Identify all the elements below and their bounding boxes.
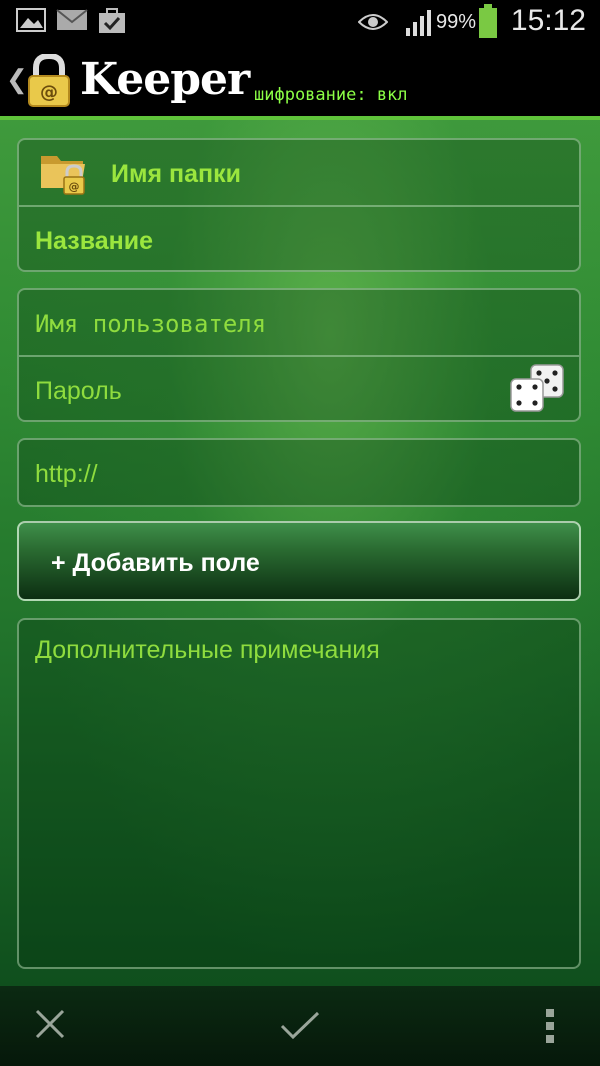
- check-icon[interactable]: [280, 1010, 320, 1042]
- app-logo-text: Keeper: [80, 54, 250, 105]
- folder-name-label: Имя папки: [111, 160, 241, 188]
- battery-icon: [479, 4, 497, 38]
- password-field[interactable]: Пароль: [19, 355, 579, 420]
- back-chevron-icon[interactable]: ❮: [6, 64, 28, 95]
- overflow-menu-icon[interactable]: [544, 1008, 556, 1044]
- url-field[interactable]: http://: [19, 440, 579, 505]
- clock: 15:12: [510, 4, 586, 37]
- add-field-label: + Добавить поле: [51, 549, 260, 577]
- encryption-status: шифрование: вкл: [254, 85, 408, 105]
- folder-lock-icon: @: [41, 156, 85, 195]
- notes-placeholder: Дополнительные примечания: [35, 636, 380, 664]
- title-placeholder: Название: [35, 227, 154, 255]
- password-placeholder: Пароль: [35, 377, 122, 405]
- credentials-card: Имя пользователя Пароль: [17, 288, 581, 422]
- battery-percent: 99%: [436, 11, 477, 33]
- signal-icon: [406, 10, 431, 36]
- add-field-button[interactable]: + Добавить поле: [17, 521, 581, 601]
- svg-text:@: @: [69, 180, 80, 193]
- app-bar: ❮ @ Keeper ® шифрование: вкл: [0, 42, 600, 120]
- registered-mark: ®: [234, 70, 241, 80]
- folder-row[interactable]: @ Имя папки: [19, 140, 579, 205]
- dice-generate-password-icon[interactable]: [509, 363, 567, 415]
- username-field[interactable]: Имя пользователя: [19, 290, 579, 355]
- url-value: http://: [35, 460, 98, 488]
- keeper-lock-logo-icon[interactable]: @: [26, 54, 72, 108]
- eye-icon: [358, 14, 388, 30]
- folder-title-card: @ Имя папки Название: [17, 138, 581, 272]
- username-placeholder: Имя пользователя: [35, 310, 267, 338]
- notes-field[interactable]: Дополнительные примечания: [17, 618, 581, 969]
- svg-text:@: @: [40, 82, 58, 103]
- task-icon: [99, 8, 125, 33]
- close-icon[interactable]: [34, 1008, 66, 1040]
- status-bar: 99% 15:12: [0, 0, 600, 42]
- gallery-icon: [16, 8, 46, 32]
- bottom-action-bar: [0, 986, 600, 1066]
- mail-icon: [56, 9, 88, 30]
- url-card: http://: [17, 438, 581, 507]
- title-field[interactable]: Название: [19, 205, 579, 270]
